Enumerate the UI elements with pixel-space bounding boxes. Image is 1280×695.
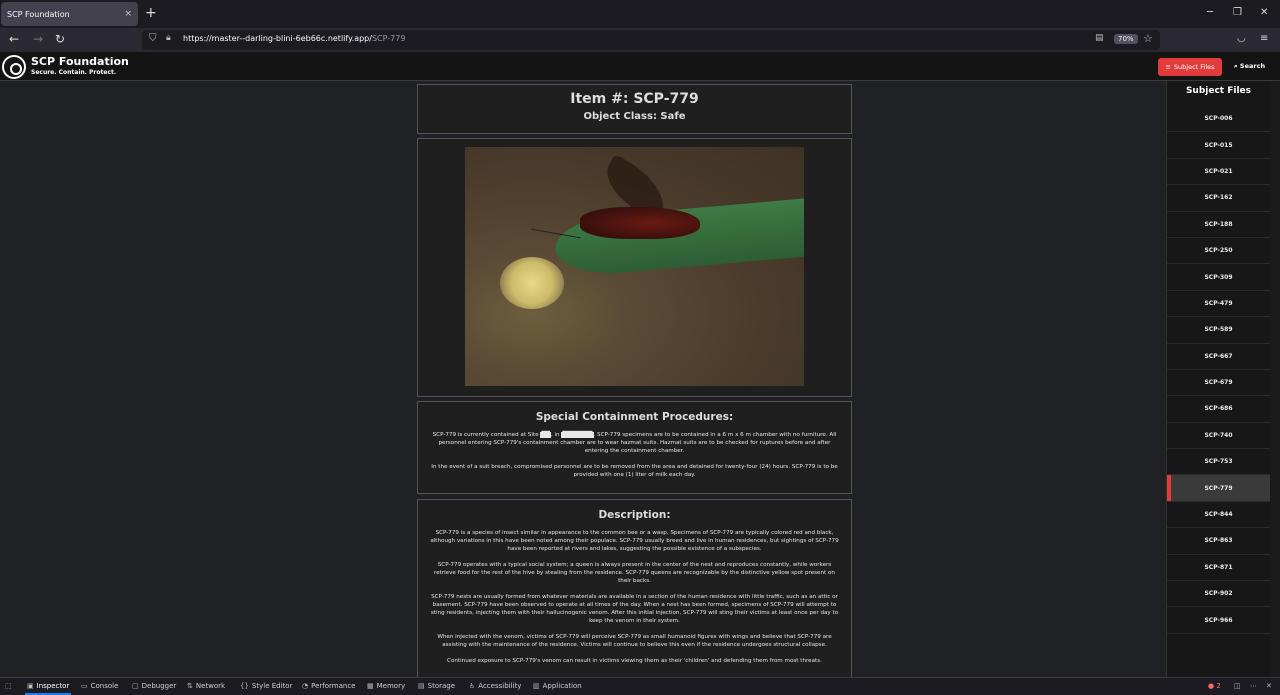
devtools-tab-style-editor[interactable]: {} Style Editor (240, 682, 292, 690)
console-icon: ▭ (81, 682, 88, 690)
devtools-tab-performance[interactable]: ◔ Performance (302, 682, 355, 690)
error-count-badge[interactable]: ● 2 (1208, 682, 1221, 690)
devtools-tab-memory[interactable]: ▦ Memory (367, 682, 405, 690)
reader-view-icon[interactable]: ▤ (1095, 33, 1104, 43)
performance-icon: ◔ (302, 682, 309, 690)
tab-title: SCP Foundation (7, 9, 70, 19)
description-paragraph: SCP-779 nests are usually formed from wh… (430, 594, 839, 624)
sidebar-item-scp-871[interactable]: SCP-871 (1167, 555, 1270, 582)
sidebar-item-scp-309[interactable]: SCP-309 (1167, 264, 1270, 291)
application-icon: ▥ (533, 682, 540, 690)
object-class: Object Class: Safe (583, 111, 686, 122)
redacted-text: ██ (540, 432, 551, 438)
new-tab-button[interactable]: + (145, 5, 157, 21)
sidebar-item-scp-162[interactable]: SCP-162 (1167, 185, 1270, 212)
sidebar-item-scp-015[interactable]: SCP-015 (1167, 132, 1270, 159)
browser-nav-bar: ← → ↻ ⛉ 🔒︎ https://master--darling-blini… (0, 28, 1280, 52)
search-button[interactable]: ⌕ Search (1234, 62, 1265, 71)
devtools-tab-network[interactable]: ⇅ Network (187, 682, 225, 690)
sidebar-item-scp-740[interactable]: SCP-740 (1167, 423, 1270, 450)
devtools-menu-icon[interactable]: ⋯ (1250, 682, 1257, 690)
devtools-tab-console[interactable]: ▭ Console (81, 682, 118, 690)
pocket-icon[interactable]: ◡ (1237, 33, 1246, 44)
sidebar-item-scp-753[interactable]: SCP-753 (1167, 449, 1270, 476)
item-number: Item #: SCP-779 (570, 91, 699, 107)
close-tab-icon[interactable]: × (124, 9, 132, 19)
lock-icon[interactable]: 🔒︎ (166, 33, 171, 43)
description-heading: Description: (598, 509, 671, 521)
containment-heading: Special Containment Procedures: (535, 411, 734, 423)
back-icon[interactable]: ← (9, 32, 19, 46)
tracking-shield-icon[interactable]: ⛉ (149, 33, 157, 44)
specimen-photo (465, 147, 804, 386)
sidebar-title: Subject Files (1185, 86, 1252, 96)
restore-icon[interactable]: ❐ (1233, 7, 1242, 18)
main-content: Item #: SCP-779 Object Class: Safe Speci… (0, 81, 1166, 677)
hamburger-icon: ≡ (1165, 63, 1171, 71)
description-panel: Description: SCP-779 is a species of ins… (417, 499, 852, 677)
devtools-tab-storage[interactable]: ▤ Storage (418, 682, 455, 690)
devtools-tab-debugger[interactable]: ▢ Debugger (132, 682, 176, 690)
memory-icon: ▦ (367, 682, 374, 690)
sidebar-item-scp-479[interactable]: SCP-479 (1167, 291, 1270, 318)
search-icon: ⌕ (1234, 62, 1238, 70)
site-header: SCP Foundation Secure. Contain. Protect.… (0, 52, 1280, 81)
minimize-icon[interactable]: ─ (1207, 7, 1213, 18)
sidebar-item-scp-902[interactable]: SCP-902 (1167, 581, 1270, 608)
window-close-icon[interactable]: ✕ (1260, 7, 1268, 18)
bookmark-star-icon[interactable]: ☆ (1143, 32, 1153, 45)
reload-icon[interactable]: ↻ (55, 32, 65, 46)
devtools-tab-application[interactable]: ▥ Application (533, 682, 582, 690)
sidebar-item-scp-679[interactable]: SCP-679 (1167, 370, 1270, 397)
url-text[interactable]: https://master--darling-blini-6eb66c.net… (183, 34, 405, 43)
description-paragraph: Continued exposure to SCP-779's venom ca… (447, 658, 822, 664)
forward-icon[interactable]: → (33, 32, 43, 46)
description-paragraph: SCP-779 is a species of insect similar i… (430, 530, 839, 552)
sidebar-item-scp-021[interactable]: SCP-021 (1167, 159, 1270, 186)
scp-logo-icon[interactable] (2, 55, 26, 79)
devtools-close-icon[interactable]: ✕ (1266, 682, 1272, 690)
redacted-text: ███████ (561, 432, 594, 438)
sidebar-item-scp-589[interactable]: SCP-589 (1167, 317, 1270, 344)
sidebar-item-scp-779[interactable]: SCP-779 (1167, 475, 1270, 502)
debugger-icon: ▢ (132, 682, 139, 690)
address-bar[interactable]: ⛉ 🔒︎ https://master--darling-blini-6eb66… (142, 30, 1160, 50)
sidebar-item-scp-686[interactable]: SCP-686 (1167, 396, 1270, 423)
sidebar-item-scp-966[interactable]: SCP-966 (1167, 607, 1270, 634)
page-scrollbar[interactable] (1270, 81, 1280, 677)
sidebar-item-scp-863[interactable]: SCP-863 (1167, 528, 1270, 555)
style-editor-icon: {} (240, 682, 249, 690)
sidebar-item-scp-006[interactable]: SCP-006 (1167, 106, 1270, 133)
containment-paragraph: SCP-779 is currently contained at Site █… (432, 432, 837, 454)
browser-tab[interactable]: SCP Foundation × (1, 2, 138, 26)
containment-panel: Special Containment Procedures: SCP-779 … (417, 401, 852, 494)
subject-files-sidebar: Subject Files SCP-006 SCP-015 SCP-021 SC… (1166, 81, 1270, 677)
accessibility-icon: ♿︎ (469, 682, 476, 690)
containment-paragraph: In the event of a suit breach, compromis… (431, 464, 838, 478)
item-header-panel: Item #: SCP-779 Object Class: Safe (417, 84, 852, 134)
dock-icon[interactable]: ◫ (1234, 682, 1241, 690)
description-paragraph: When injected with the venom, victims of… (437, 634, 832, 648)
site-tagline: Secure. Contain. Protect. (31, 69, 117, 76)
zoom-level-badge[interactable]: 70% (1114, 34, 1138, 44)
sidebar-item-scp-844[interactable]: SCP-844 (1167, 502, 1270, 529)
image-panel (417, 138, 852, 397)
devtools-tab-accessibility[interactable]: ♿︎ Accessibility (469, 682, 521, 690)
storage-icon: ▤ (418, 682, 425, 690)
site-title[interactable]: SCP Foundation (31, 55, 129, 68)
sidebar-item-scp-188[interactable]: SCP-188 (1167, 212, 1270, 238)
inspector-icon: ▣ (27, 682, 34, 690)
subject-files-button[interactable]: ≡ Subject Files (1158, 58, 1222, 76)
menu-icon[interactable]: ≡ (1260, 33, 1268, 44)
browser-tab-bar: SCP Foundation × + ─ ❐ ✕ (0, 0, 1280, 28)
element-picker-icon[interactable]: ⬚ (5, 682, 12, 690)
sidebar-item-scp-250[interactable]: SCP-250 (1167, 238, 1270, 265)
description-paragraph: SCP-779 operates with a typical social s… (434, 562, 835, 584)
sidebar-item-scp-667[interactable]: SCP-667 (1167, 344, 1270, 370)
devtools-tab-inspector[interactable]: ▣ Inspector (24, 682, 72, 695)
network-icon: ⇅ (187, 682, 193, 690)
devtools-toolbar: ⬚ ▣ Inspector ▭ Console ▢ Debugger ⇅ Network… (0, 677, 1280, 695)
